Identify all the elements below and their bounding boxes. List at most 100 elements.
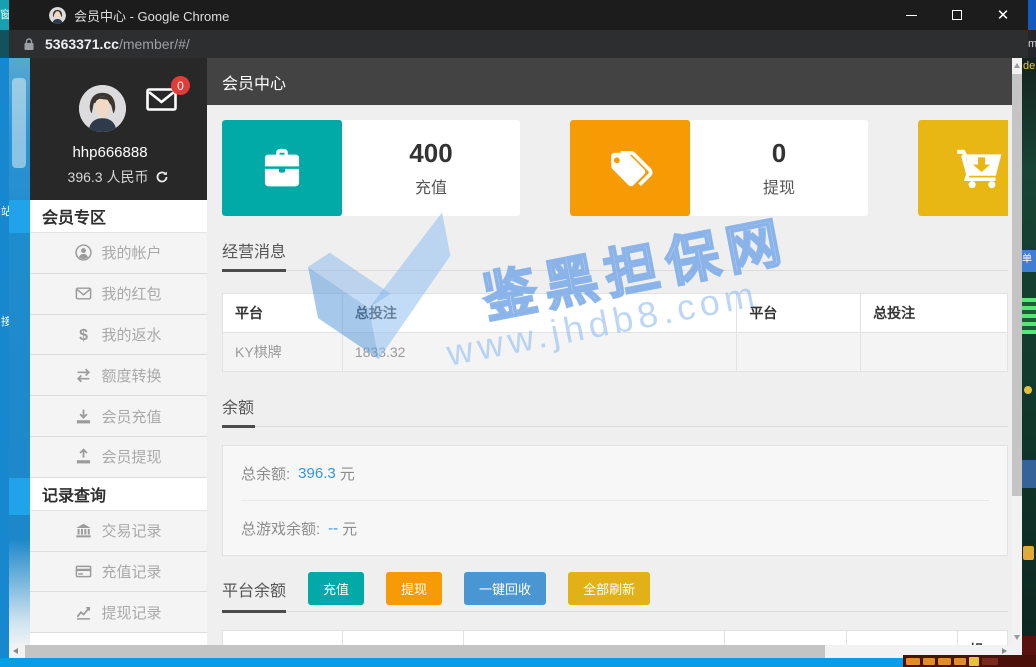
avatar[interactable] — [79, 85, 126, 132]
one-key-recycle-button[interactable]: 一键回收 — [464, 572, 546, 605]
sidebar-item-transaction-records[interactable]: 交易记录 — [30, 511, 207, 552]
withdraw-button[interactable]: 提现 — [386, 572, 442, 605]
card-body: 0提现 — [690, 120, 868, 216]
page-title: 会员中心 — [222, 70, 286, 94]
background-window-fragment — [1028, 0, 1036, 30]
user-balance-text: 396.3 人民币 — [68, 167, 149, 187]
background-window-fragment: m — [1028, 30, 1036, 58]
refresh-balance-icon[interactable] — [155, 170, 169, 184]
card-value: 400 — [409, 138, 452, 169]
table-cell — [737, 333, 861, 372]
page-title-bar: 会员中心 — [207, 58, 1012, 105]
maximize-button[interactable] — [934, 0, 980, 30]
browser-window: 会员中心 - Google Chrome ✕ 5363371.cc/member… — [0, 0, 1036, 667]
card-label: 充值 — [415, 174, 447, 198]
lock-icon — [23, 37, 35, 51]
sidebar-menu: 会员专区我的帐户我的红包 $ 我的返水额度转换会员充值会员提现记录查询交易记录充值记… — [30, 200, 207, 633]
stat-cards: 400 充值 0提现 — [222, 120, 1008, 216]
section-title-business: 经营消息 — [222, 238, 1008, 271]
user-icon — [75, 244, 92, 261]
transfer-icon — [75, 367, 92, 384]
address-bar[interactable]: 5363371.cc/member/#/ — [0, 30, 1036, 58]
section-title-balance: 余额 — [222, 394, 1008, 427]
horizontal-scrollbar-thumb[interactable] — [25, 645, 825, 658]
platform-table: 平台余额操作平台余额操作 — [222, 630, 1008, 645]
balance-value: -- — [328, 520, 338, 537]
refresh-all-button[interactable]: 全部刷新 — [568, 572, 650, 605]
sidebar: 0 hhp666888 396.3 人民币 会员专区我的帐户我的红包 $ 我的返水额… — [30, 58, 207, 645]
section-title-platform: 平台余额 充值提现一键回收全部刷新 — [222, 572, 1008, 612]
user-balance: 396.3 人民币 — [30, 167, 207, 187]
sidebar-section-member-zone: 会员专区 — [30, 200, 207, 233]
table-cell — [861, 333, 1008, 372]
window-titlebar: 会员中心 - Google Chrome ✕ — [0, 0, 1036, 30]
sidebar-item-my-account[interactable]: 我的帐户 — [30, 233, 207, 274]
column-header: 平台 — [725, 631, 847, 646]
column-header: 平台 — [223, 294, 343, 333]
scroll-right-icon[interactable] — [1002, 648, 1007, 654]
background-widget-fragment — [903, 655, 1036, 667]
svg-text:$: $ — [80, 327, 89, 343]
vertical-scrollbar-thumb[interactable] — [1012, 74, 1022, 496]
recharge-button[interactable]: 充值 — [308, 572, 364, 605]
deposit-card: 400 充值 — [222, 120, 520, 216]
balance-row: 总余额:396.3元 — [241, 446, 989, 500]
main-content: 会员中心 400充值0提现 经营消息 平台总投注平台总投注KY棋牌1833.32… — [207, 58, 1012, 645]
column-header: 操作 — [463, 631, 725, 646]
horizontal-scrollbar[interactable] — [9, 645, 1012, 658]
column-header: 平台 — [737, 294, 861, 333]
sidebar-item-label: 额度转换 — [101, 365, 161, 386]
sidebar-item-my-red-packet[interactable]: 我的红包 — [30, 274, 207, 315]
close-icon: ✕ — [997, 8, 1010, 23]
card-icon — [75, 563, 92, 580]
balance-value: 396.3 — [298, 465, 336, 482]
cart-download-icon — [918, 120, 1008, 216]
page-background-strip — [9, 58, 30, 645]
scroll-left-icon[interactable] — [13, 648, 18, 654]
sidebar-item-label: 提现记录 — [101, 602, 161, 623]
sidebar-item-label: 我的返水 — [101, 324, 161, 345]
scroll-down-icon[interactable] — [1014, 635, 1020, 640]
url-domain: 5363371.cc — [45, 36, 119, 52]
sidebar-item-member-withdraw[interactable]: 会员提现 — [30, 437, 207, 478]
username: hhp666888 — [30, 144, 190, 161]
column-header: 总投注 — [342, 294, 736, 333]
sidebar-item-quota-transfer[interactable]: 额度转换 — [30, 355, 207, 396]
sidebar-item-member-deposit[interactable]: 会员充值 — [30, 396, 207, 437]
scroll-up-icon[interactable] — [1014, 63, 1020, 68]
sidebar-item-label: 交易记录 — [101, 520, 161, 541]
withdraw-card: 0提现 — [570, 120, 868, 216]
close-button[interactable]: ✕ — [980, 0, 1026, 30]
background-window-fragment: 窗 — [0, 0, 9, 30]
sidebar-item-my-rebate[interactable]: $ 我的返水 — [30, 315, 207, 356]
sidebar-item-label: 我的红包 — [101, 283, 161, 304]
page-background-strip: de 单 — [1022, 58, 1036, 667]
dollar-icon: $ — [75, 326, 92, 343]
balance-unit: 元 — [340, 463, 355, 484]
sidebar-item-label: 充值记录 — [101, 561, 161, 582]
envelope-icon — [75, 285, 92, 302]
column-header: 平台 — [223, 631, 343, 646]
minimize-button[interactable] — [888, 0, 934, 30]
balance-label: 总游戏余额: — [241, 518, 320, 539]
column-header: 余额 — [342, 631, 463, 646]
message-count-badge: 0 — [171, 76, 190, 95]
bank-icon — [75, 522, 92, 539]
tags-icon — [570, 120, 690, 216]
table-row: KY棋牌1833.32 — [223, 333, 1008, 372]
withdraw-icon — [75, 448, 92, 465]
sidebar-item-withdraw-records[interactable]: 提现记录 — [30, 592, 207, 633]
cart-card — [918, 120, 1008, 216]
balance-row: 总游戏余额: --元 — [241, 501, 989, 555]
window-controls: ✕ — [888, 0, 1026, 30]
table-cell: KY棋牌 — [223, 333, 343, 372]
sidebar-item-label: 会员提现 — [101, 446, 161, 467]
sidebar-section-records: 记录查询 — [30, 478, 207, 511]
sidebar-item-deposit-records[interactable]: 充值记录 — [30, 552, 207, 593]
card-body: 400 充值 — [342, 120, 520, 216]
vertical-scrollbar[interactable] — [1012, 58, 1022, 645]
balance-unit: 元 — [342, 518, 357, 539]
url-path: /member/#/ — [119, 36, 190, 52]
minimize-icon — [906, 15, 917, 16]
background-window-fragment — [0, 30, 9, 58]
